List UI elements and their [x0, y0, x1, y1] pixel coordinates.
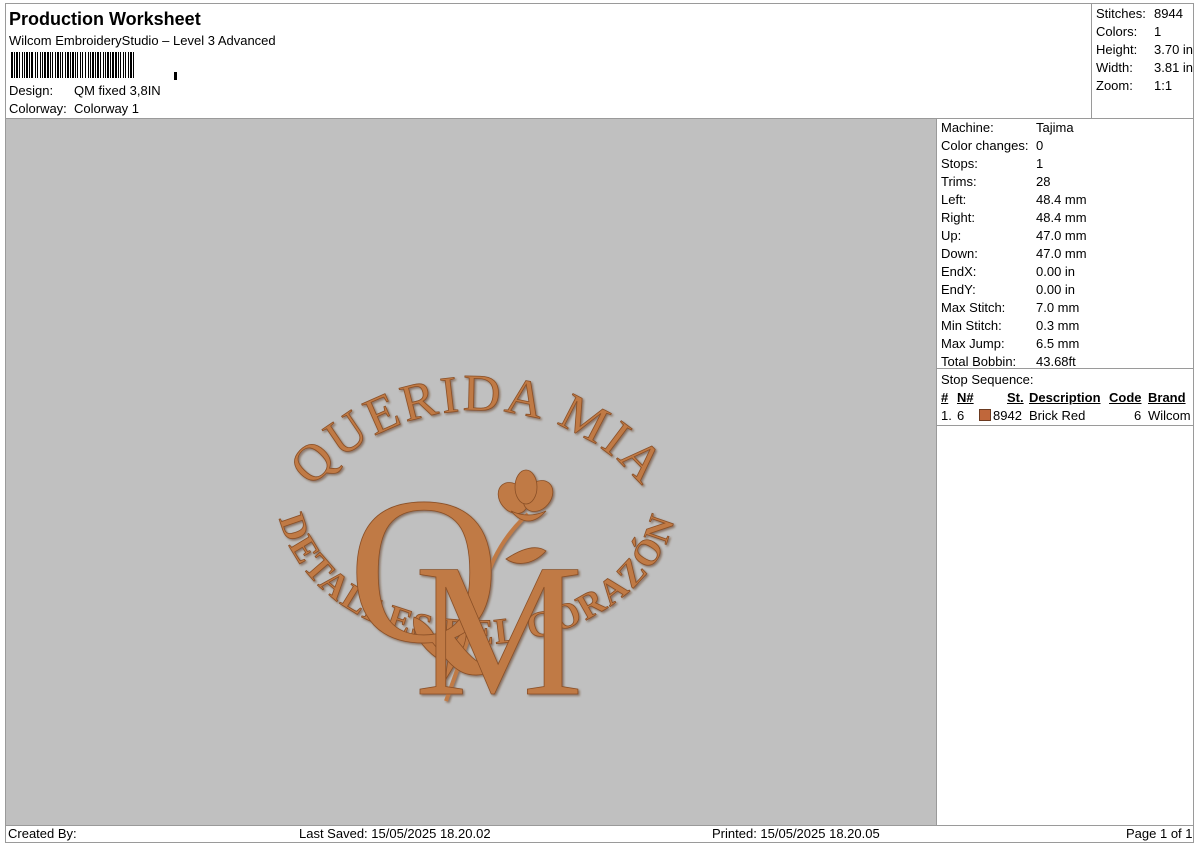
- machine-info-value: 7.0 mm: [1036, 300, 1080, 315]
- machine-info-value: 47.0 mm: [1036, 246, 1087, 261]
- stop-row-code: 6: [1134, 408, 1142, 423]
- machine-info-value: Tajima: [1036, 120, 1074, 135]
- design-stats: Stitches: 8944 Colors: 1 Height: 3.70 in Wi…: [1091, 3, 1195, 118]
- col-header-brand: Brand: [1148, 390, 1186, 405]
- machine-info-value: 0.00 in: [1036, 282, 1076, 297]
- worksheet-title: Production Worksheet: [9, 9, 201, 29]
- embroidery-design: QUERIDA MIA DETALLES DEL CORAZÓN Q M: [271, 365, 681, 737]
- stitches-row: Stitches: 8944: [1096, 6, 1183, 21]
- machine-info-label: Stops:: [941, 156, 978, 171]
- design-row: Design: QM fixed 3,8IN: [9, 83, 161, 98]
- col-header-code: Code: [1109, 390, 1142, 405]
- machine-info-label: Left:: [941, 192, 967, 207]
- colors-row: Colors: 1: [1096, 24, 1161, 39]
- machine-info-label: Trims:: [941, 174, 977, 189]
- zoom-row: Zoom: 1:1: [1096, 78, 1172, 93]
- design-value: QM fixed 3,8IN: [74, 83, 161, 98]
- design-label: Design:: [9, 83, 54, 98]
- width-label: Width:: [1096, 60, 1133, 75]
- colorway-label: Colorway:: [9, 101, 67, 116]
- machine-info-label: Machine:: [941, 120, 994, 135]
- col-header-index: #: [941, 390, 949, 405]
- width-row: Width: 3.81 in: [1096, 60, 1193, 75]
- worksheet-header: Production Worksheet Wilcom EmbroiderySt…: [5, 3, 1091, 118]
- machine-info-row: Up: 47.0 mm: [941, 228, 1087, 243]
- col-header-n: N#: [957, 390, 974, 405]
- stitches-value: 8944: [1154, 6, 1183, 21]
- machine-info-row: Down: 47.0 mm: [941, 246, 1087, 261]
- machine-info-value: 47.0 mm: [1036, 228, 1087, 243]
- machine-info-label: Total Bobbin:: [941, 354, 1017, 369]
- colors-value: 1: [1154, 24, 1162, 39]
- col-header-description: Description: [1029, 390, 1101, 405]
- stop-row-divider: [937, 425, 1194, 426]
- stitches-label: Stitches:: [1096, 6, 1146, 21]
- height-value: 3.70 in: [1154, 42, 1194, 57]
- machine-info-label: Right:: [941, 210, 975, 225]
- stop-row-st: 8942: [993, 408, 1022, 423]
- page-number: Page 1 of 1: [1126, 826, 1193, 841]
- machine-info-value: 43.68ft: [1036, 354, 1076, 369]
- machine-info-value: 48.4 mm: [1036, 210, 1087, 225]
- machine-info-row: Max Stitch: 7.0 mm: [941, 300, 1079, 315]
- machine-info-value: 0.3 mm: [1036, 318, 1080, 333]
- machine-info-row: Color changes: 0: [941, 138, 1043, 153]
- col-header-st: St.: [1007, 390, 1024, 405]
- machine-info-panel: Stop Sequence: # N# St. Description Code…: [937, 119, 1194, 825]
- design-preview: QUERIDA MIA DETALLES DEL CORAZÓN Q M: [6, 119, 936, 825]
- machine-info-value: 0: [1036, 138, 1044, 153]
- machine-info-row: Left: 48.4 mm: [941, 192, 1087, 207]
- machine-info-label: Color changes:: [941, 138, 1029, 153]
- machine-info-row: Trims: 28: [941, 174, 1050, 189]
- software-name: Wilcom EmbroideryStudio – Level 3 Advanc…: [9, 33, 276, 48]
- machine-info-row: Min Stitch: 0.3 mm: [941, 318, 1079, 333]
- machine-info-row: Total Bobbin: 43.68ft: [941, 354, 1076, 369]
- machine-info-row: Machine: Tajima: [941, 120, 1074, 135]
- machine-info-value: 28: [1036, 174, 1051, 189]
- zoom-value: 1:1: [1154, 78, 1173, 93]
- stop-row-brand: Wilcom: [1148, 408, 1191, 423]
- stop-row-n: 6: [957, 408, 965, 423]
- flower-head: [497, 469, 554, 522]
- last-saved: Last Saved: 15/05/2025 18.20.02: [299, 826, 491, 841]
- zoom-label: Zoom:: [1096, 78, 1133, 93]
- machine-info-row: EndX: 0.00 in: [941, 264, 1075, 279]
- machine-info-label: EndX:: [941, 264, 977, 279]
- monogram-m: M: [415, 526, 584, 736]
- stop-row-description: Brick Red: [1029, 408, 1086, 423]
- machine-info-label: Up:: [941, 228, 962, 243]
- machine-info-label: Down:: [941, 246, 978, 261]
- colorway-row: Colorway: Colorway 1: [9, 101, 139, 116]
- machine-info-row: EndY: 0.00 in: [941, 282, 1075, 297]
- machine-info-row: Right: 48.4 mm: [941, 210, 1087, 225]
- machine-info-value: 48.4 mm: [1036, 192, 1087, 207]
- height-row: Height: 3.70 in: [1096, 42, 1193, 57]
- machine-info-value: 0.00 in: [1036, 264, 1076, 279]
- height-label: Height:: [1096, 42, 1138, 57]
- stop-sequence-title: Stop Sequence:: [941, 372, 1034, 387]
- machine-info-label: EndY:: [941, 282, 976, 297]
- barcode: [11, 52, 177, 80]
- printed-date: Printed: 15/05/2025 18.20.05: [712, 826, 880, 841]
- machine-info-row: Stops: 1: [941, 156, 1043, 171]
- machine-info-label: Min Stitch:: [941, 318, 1002, 333]
- created-by: Created By:: [8, 826, 77, 841]
- machine-info-label: Max Jump:: [941, 336, 1005, 351]
- colors-label: Colors:: [1096, 24, 1138, 39]
- width-value: 3.81 in: [1154, 60, 1194, 75]
- thread-color-swatch: [979, 409, 991, 421]
- machine-info-value: 6.5 mm: [1036, 336, 1080, 351]
- worksheet-footer: Created By: Last Saved: 15/05/2025 18.20…: [5, 825, 1194, 843]
- machine-info-value: 1: [1036, 156, 1044, 171]
- stop-row-index: 1.: [941, 408, 952, 423]
- colorway-value: Colorway 1: [74, 101, 140, 116]
- machine-info-label: Max Stitch:: [941, 300, 1006, 315]
- machine-info-row: Max Jump: 6.5 mm: [941, 336, 1079, 351]
